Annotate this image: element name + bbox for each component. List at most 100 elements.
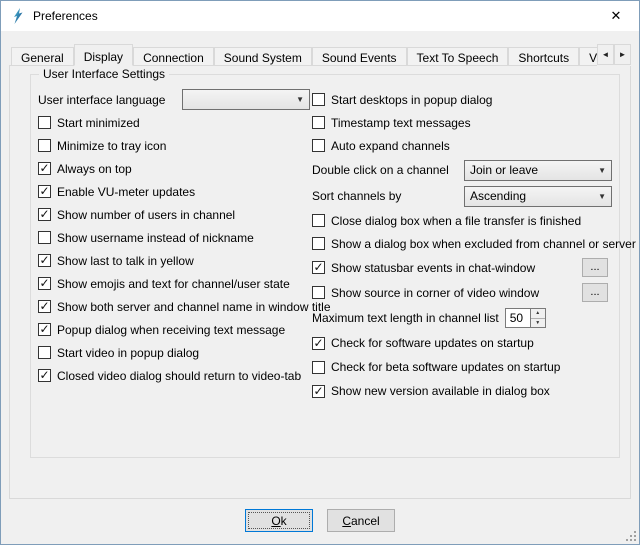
checkbox-row[interactable]: Start minimized — [38, 111, 310, 134]
double-click-value: Join or leave — [470, 163, 538, 177]
dialog-footer: Ok Cancel — [1, 499, 639, 544]
sort-channels-label: Sort channels by — [312, 189, 401, 203]
checkbox-label: Closed video dialog should return to vid… — [57, 369, 301, 383]
preferences-window: Preferences ✕ General Display Connection… — [0, 0, 640, 545]
checkbox-row[interactable]: Minimize to tray icon — [38, 134, 310, 157]
checkbox[interactable]: ✓ — [38, 254, 51, 267]
checkbox[interactable]: ✓ — [38, 369, 51, 382]
tab-scroll-buttons: ◄ ► — [597, 44, 631, 66]
checkbox-label: Minimize to tray icon — [57, 139, 166, 153]
checkbox[interactable]: ✓ — [38, 323, 51, 336]
checkbox-row[interactable]: Show username instead of nickname — [38, 226, 310, 249]
tab-sound-system[interactable]: Sound System — [214, 47, 312, 66]
checkbox-label: Start minimized — [57, 116, 140, 130]
chevron-down-icon: ▼ — [593, 192, 606, 201]
checkbox-label: Show source in corner of video window — [331, 286, 539, 300]
tab-general[interactable]: General — [11, 47, 74, 66]
checkbox[interactable] — [312, 286, 325, 299]
checkbox[interactable] — [312, 139, 325, 152]
checkbox[interactable]: ✓ — [38, 300, 51, 313]
checkbox[interactable]: ✓ — [38, 277, 51, 290]
checkbox-row[interactable]: ✓Show last to talk in yellow — [38, 249, 310, 272]
checkbox[interactable] — [38, 139, 51, 152]
checkbox[interactable] — [312, 214, 325, 227]
checkbox[interactable] — [312, 116, 325, 129]
checkbox-row[interactable]: Check for beta software updates on start… — [312, 355, 612, 379]
checkbox[interactable] — [38, 231, 51, 244]
tab-display[interactable]: Display — [74, 44, 133, 66]
double-click-row: Double click on a channel Join or leave … — [312, 157, 612, 183]
checkbox-label: Show a dialog box when excluded from cha… — [331, 237, 636, 251]
checkbox-label: Always on top — [57, 162, 132, 176]
checkbox-label: Show emojis and text for channel/user st… — [57, 277, 290, 291]
double-click-label: Double click on a channel — [312, 163, 449, 177]
settings-left-column: User interface language ▼ Start minimize… — [38, 88, 310, 387]
checkbox-row[interactable]: ✓ Check for software updates on startup — [312, 331, 612, 355]
checkbox[interactable] — [312, 361, 325, 374]
max-text-length-label: Maximum text length in channel list — [312, 311, 499, 325]
checkbox-row[interactable]: Auto expand channels — [312, 134, 612, 157]
chevron-down-icon: ▼ — [291, 95, 304, 104]
video-source-more-button[interactable]: ... — [582, 283, 608, 302]
tab-text-to-speech[interactable]: Text To Speech — [407, 47, 509, 66]
checkbox-row[interactable]: ✓Show new version available in dialog bo… — [312, 379, 612, 403]
double-click-select[interactable]: Join or leave ▼ — [464, 160, 612, 181]
checkbox-row[interactable]: Show a dialog box when excluded from cha… — [312, 232, 612, 255]
checkbox[interactable] — [38, 346, 51, 359]
tab-scroll-right-icon[interactable]: ► — [614, 44, 631, 65]
app-icon — [10, 8, 26, 24]
max-text-length-value[interactable]: 50 — [505, 308, 531, 328]
window-title: Preferences — [33, 9, 98, 23]
titlebar: Preferences ✕ — [1, 1, 639, 31]
max-text-length-stepper[interactable]: 50 ▲ ▼ — [505, 308, 546, 328]
language-select[interactable]: ▼ — [182, 89, 310, 110]
checkbox-row[interactable]: ✓ Show number of users in channel — [38, 203, 310, 226]
tab-page-display: User Interface Settings User interface l… — [9, 65, 631, 499]
checkbox-row[interactable]: Start desktops in popup dialog — [312, 88, 612, 111]
sort-channels-row: Sort channels by Ascending ▼ — [312, 183, 612, 209]
close-icon[interactable]: ✕ — [593, 1, 639, 31]
checkbox-row[interactable]: ✓Popup dialog when receiving text messag… — [38, 318, 310, 341]
ok-button[interactable]: Ok — [245, 509, 313, 532]
checkbox-row[interactable]: ✓ Show emojis and text for channel/user s… — [38, 272, 310, 295]
checkbox[interactable]: ✓ — [38, 208, 51, 221]
checkbox-row[interactable]: ✓ Enable VU-meter updates — [38, 180, 310, 203]
checkbox[interactable]: ✓ — [312, 337, 325, 350]
tab-bar: General Display Connection Sound System … — [9, 44, 631, 66]
checkbox-row[interactable]: Close dialog box when a file transfer is… — [312, 209, 612, 232]
video-source-row[interactable]: Show source in corner of video window ..… — [312, 280, 612, 305]
spin-down-icon[interactable]: ▼ — [531, 319, 545, 328]
resize-grip[interactable] — [625, 530, 637, 542]
checkbox-label: Start desktops in popup dialog — [331, 93, 492, 107]
sort-channels-select[interactable]: Ascending ▼ — [464, 186, 612, 207]
tab-connection[interactable]: Connection — [133, 47, 214, 66]
checkbox[interactable] — [312, 93, 325, 106]
checkbox[interactable] — [312, 237, 325, 250]
spin-up-icon[interactable]: ▲ — [531, 309, 545, 319]
checkbox[interactable]: ✓ — [38, 185, 51, 198]
language-row: User interface language ▼ — [38, 88, 310, 111]
checkbox-row[interactable]: Start video in popup dialog — [38, 341, 310, 364]
checkbox-label: Show number of users in channel — [57, 208, 235, 222]
checkbox-row[interactable]: ✓ Always on top — [38, 157, 310, 180]
chevron-down-icon: ▼ — [593, 166, 606, 175]
checkbox-row[interactable]: ✓ Closed video dialog should return to vi… — [38, 364, 310, 387]
statusbar-events-row[interactable]: ✓ Show statusbar events in chat-window .… — [312, 255, 612, 280]
checkbox-label: Auto expand channels — [331, 139, 450, 153]
checkbox[interactable]: ✓ — [312, 261, 325, 274]
checkbox-label: Enable VU-meter updates — [57, 185, 195, 199]
checkbox-row[interactable]: ✓Show both server and channel name in wi… — [38, 295, 310, 318]
settings-right-column: Start desktops in popup dialog Timestamp… — [312, 88, 612, 403]
checkbox[interactable]: ✓ — [312, 385, 325, 398]
checkbox-label: Close dialog box when a file transfer is… — [331, 214, 581, 228]
checkbox-label: Check for software updates on startup — [331, 336, 534, 350]
checkbox-label: Show username instead of nickname — [57, 231, 254, 245]
checkbox[interactable]: ✓ — [38, 162, 51, 175]
cancel-button[interactable]: Cancel — [327, 509, 395, 532]
checkbox-row[interactable]: Timestamp text messages — [312, 111, 612, 134]
statusbar-events-more-button[interactable]: ... — [582, 258, 608, 277]
tab-sound-events[interactable]: Sound Events — [312, 47, 407, 66]
checkbox[interactable] — [38, 116, 51, 129]
tab-shortcuts[interactable]: Shortcuts — [508, 47, 579, 66]
tab-scroll-left-icon[interactable]: ◄ — [597, 44, 614, 65]
